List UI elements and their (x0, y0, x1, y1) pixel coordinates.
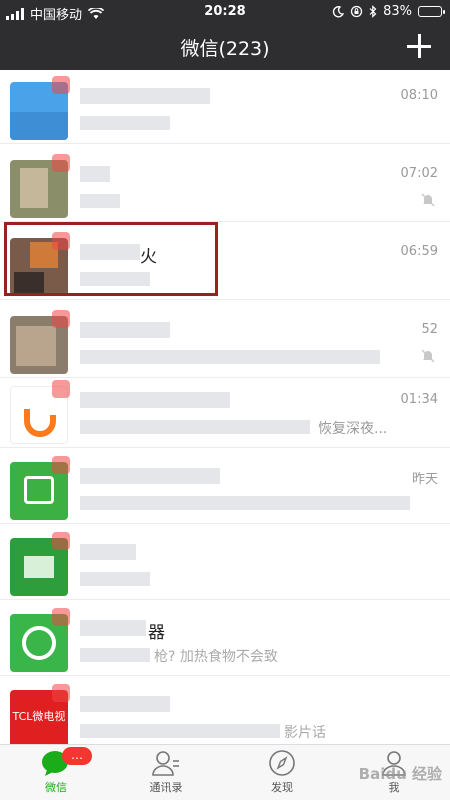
tab-unread-badge: … (62, 747, 92, 765)
unread-badge (52, 380, 70, 398)
unread-badge (52, 456, 70, 474)
contacts-icon (152, 751, 179, 776)
blurred-name (80, 88, 210, 104)
tab-bar: … 微信 通讯录 发现 我 Baidu 经验 (0, 744, 450, 800)
chat-row[interactable] (0, 526, 450, 600)
unread-badge (52, 154, 70, 172)
blurred-message (80, 572, 150, 586)
chat-name: 器 (148, 623, 165, 643)
chat-row[interactable]: 昨天 (0, 450, 450, 524)
chat-time: 01:34 (400, 392, 438, 407)
compass-icon (269, 750, 295, 776)
chat-row[interactable]: 器 枪? 加热食物不会致 (0, 602, 450, 676)
highlight-box (4, 222, 218, 296)
tab-label: 发现 (271, 781, 293, 794)
chat-row[interactable]: TCL微电视 影片话 (0, 678, 450, 744)
rotation-lock-icon (350, 5, 363, 18)
bluetooth-icon (369, 5, 377, 18)
blurred-name (80, 696, 170, 712)
battery-percent: 83% (383, 4, 412, 19)
chat-message: 影片话 (284, 725, 326, 741)
tab-chats[interactable]: … 微信 (16, 747, 96, 795)
moon-icon (332, 5, 345, 17)
tab-discover[interactable]: 发现 (242, 749, 322, 795)
chat-message: 恢复深夜... (318, 421, 388, 437)
chat-list[interactable]: 08:10 07:02 火 06:59 52 恢复深夜... 01:34 昨天 … (0, 70, 450, 744)
blurred-message (80, 420, 310, 434)
blurred-name (80, 322, 170, 338)
blurred-name (80, 166, 110, 182)
blurred-message (80, 194, 120, 208)
chat-row[interactable]: 52 (0, 304, 450, 378)
unread-badge (52, 76, 70, 94)
mute-bell-icon (421, 349, 435, 363)
nav-bar: 微信(223) (0, 24, 450, 70)
chat-row[interactable]: 08:10 (0, 70, 450, 144)
add-plus-button[interactable] (406, 33, 432, 59)
unread-badge (52, 608, 70, 626)
unread-badge (52, 532, 70, 550)
blurred-name (80, 544, 136, 560)
battery-icon (418, 6, 445, 17)
blurred-message (80, 496, 410, 510)
watermark: Baidu 经验 (358, 765, 442, 783)
blurred-message (80, 350, 380, 364)
blurred-name (80, 468, 220, 484)
status-right: 83% (332, 4, 445, 19)
unread-badge (52, 684, 70, 702)
chat-time: 06:59 (400, 244, 438, 259)
tab-contacts[interactable]: 通讯录 (126, 749, 206, 795)
avatar-text: TCL微电视 (12, 710, 66, 723)
chat-message: 枪? 加热食物不会致 (154, 649, 278, 665)
blurred-message (80, 116, 170, 130)
chat-time: 08:10 (400, 88, 438, 103)
chat-time: 昨天 (411, 472, 438, 487)
unread-badge (52, 310, 70, 328)
chat-time: 07:02 (400, 166, 438, 181)
blurred-message (80, 724, 280, 738)
chat-row[interactable]: 07:02 (0, 148, 450, 222)
status-bar: 中国移动 20:28 83% (0, 0, 450, 24)
page-title: 微信(223) (180, 38, 270, 60)
blurred-name (80, 620, 146, 636)
blurred-name (80, 392, 230, 408)
chat-time: 52 (421, 322, 438, 337)
tab-label: 微信 (45, 781, 67, 794)
blurred-message (80, 648, 150, 662)
mute-bell-icon (421, 193, 435, 207)
chat-row[interactable]: 恢复深夜... 01:34 (0, 374, 450, 448)
tab-label: 通讯录 (149, 781, 183, 794)
